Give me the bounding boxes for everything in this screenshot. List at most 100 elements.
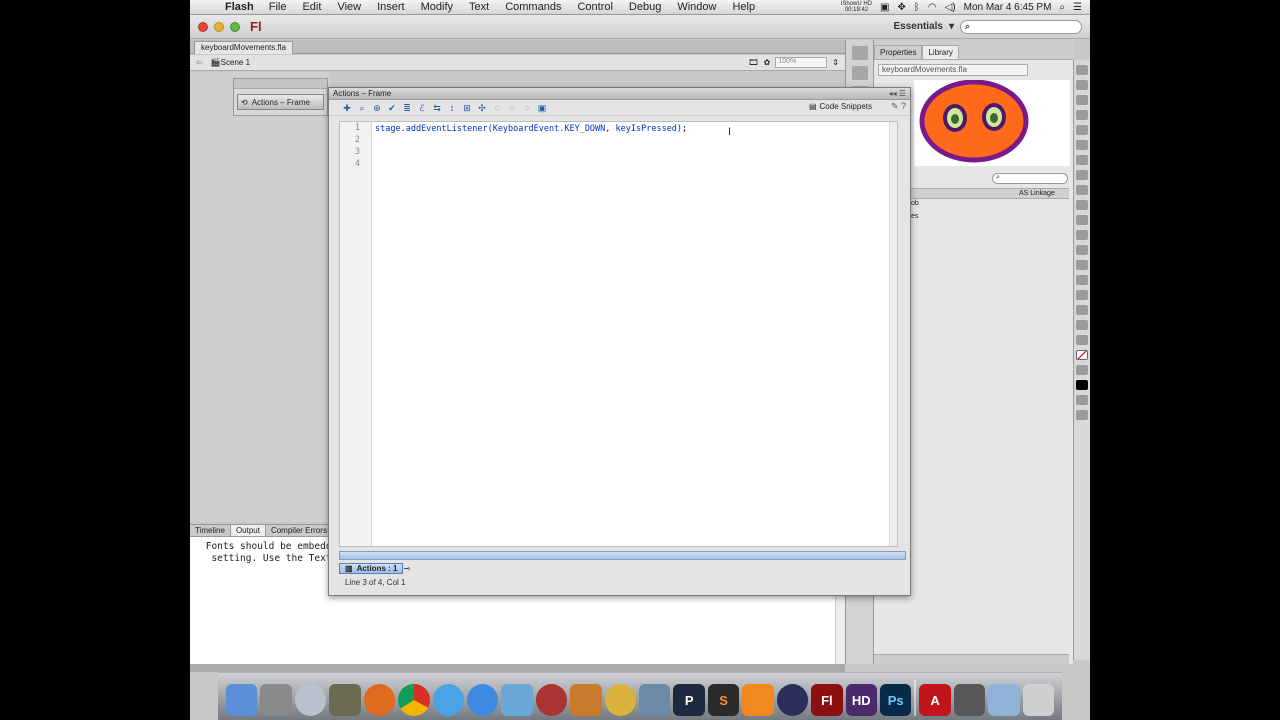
debug-options-icon[interactable]: ⇆: [431, 102, 443, 114]
line-tool-icon[interactable]: [1076, 170, 1088, 180]
fill-color-swatch[interactable]: [1076, 380, 1088, 390]
document-tab[interactable]: keyboardMovements.fla: [194, 41, 293, 54]
zoom-field[interactable]: 100%: [775, 57, 828, 68]
hand-tool-icon[interactable]: [1076, 305, 1088, 315]
ring-icon[interactable]: [604, 684, 637, 716]
deco-tool-icon[interactable]: [1076, 230, 1088, 240]
swatches-icon[interactable]: [851, 66, 868, 80]
zoom-tool-icon[interactable]: [1076, 320, 1088, 330]
garage-sale-icon[interactable]: [570, 684, 602, 716]
eraser-tool-icon[interactable]: [1076, 290, 1088, 300]
insert-target-path-icon[interactable]: ⊕: [371, 102, 383, 114]
volume-icon[interactable]: ◁): [945, 2, 956, 13]
photoshop-dock-icon[interactable]: Ps: [880, 684, 912, 716]
menu-edit[interactable]: Edit: [294, 1, 329, 13]
tab-library[interactable]: Library: [922, 45, 959, 59]
tab-output[interactable]: Output: [230, 525, 266, 536]
edit-scene-icon[interactable]: 🎞: [748, 58, 758, 67]
add-statement-icon[interactable]: ✚: [341, 102, 353, 114]
library-file-select[interactable]: keyboardMovements.fla: [878, 64, 1028, 76]
script-tab-actions-1[interactable]: ▥ Actions : 1: [339, 562, 404, 574]
mail-icon[interactable]: [501, 684, 533, 716]
brush-tool-icon[interactable]: [1076, 215, 1088, 225]
close-window-button[interactable]: [198, 21, 208, 32]
menu-view[interactable]: View: [329, 1, 369, 13]
zoom-window-button[interactable]: [230, 21, 240, 32]
script-editor[interactable]: 1 2 3 4 stage.addEventListener(KeyboardE…: [339, 121, 898, 547]
wifi-icon[interactable]: ◠: [928, 2, 937, 13]
premiere-dock-icon[interactable]: HD: [845, 684, 878, 716]
pen-tool-icon[interactable]: [1076, 140, 1088, 150]
system-preferences-icon[interactable]: [260, 684, 292, 716]
applications-folder-icon[interactable]: [988, 684, 1020, 716]
firefox-icon[interactable]: [363, 684, 396, 716]
clock[interactable]: Mon Mar 4 6:45 PM: [964, 2, 1052, 13]
spotlight-icon[interactable]: ⌕: [1059, 2, 1065, 13]
swap-colors-icon[interactable]: [1076, 395, 1088, 405]
minimize-window-button[interactable]: [214, 21, 224, 32]
menu-insert[interactable]: Insert: [369, 1, 413, 13]
pin-script-icon[interactable]: ⊸: [403, 564, 410, 573]
launchpad-icon[interactable]: [294, 684, 327, 716]
tab-properties[interactable]: Properties: [874, 45, 923, 59]
xcode-icon[interactable]: [639, 684, 671, 716]
remove-comment-icon[interactable]: ◌: [521, 102, 533, 114]
find-icon[interactable]: ⌕: [356, 102, 368, 114]
apply-line-comment-icon[interactable]: ◌: [506, 102, 518, 114]
actions-horizontal-scrollbar[interactable]: [339, 551, 906, 560]
actions-frame-panel-button[interactable]: ⟲ Actions – Frame: [237, 94, 324, 110]
status-icon[interactable]: ▣: [880, 2, 889, 13]
free-transform-tool-icon[interactable]: [1076, 95, 1088, 105]
check-syntax-icon[interactable]: ✔: [386, 102, 398, 114]
pencil-tool-icon[interactable]: [1076, 200, 1088, 210]
wand-and-help-icons[interactable]: ✎ ?: [891, 101, 906, 112]
tab-timeline[interactable]: Timeline: [190, 525, 231, 536]
acrobat-dock-icon[interactable]: A: [919, 684, 951, 716]
recorder-indicator[interactable]: iShowU HD 00:19:42: [841, 1, 872, 13]
flash-dock-icon[interactable]: Fl: [811, 684, 843, 716]
menu-file[interactable]: File: [261, 1, 295, 13]
auto-format-icon[interactable]: ≣: [401, 102, 413, 114]
lasso-tool-icon[interactable]: [1076, 125, 1088, 135]
stroke-color-swatch[interactable]: [1076, 350, 1088, 360]
menu-help[interactable]: Help: [724, 1, 763, 13]
collapse-between-braces-icon[interactable]: ⦂: [446, 102, 458, 114]
code-snippets-button[interactable]: ▤ Code Snippets: [809, 102, 872, 111]
editor-scrollbar[interactable]: [889, 122, 897, 546]
trash-icon[interactable]: [1022, 684, 1055, 716]
color-panel-icon[interactable]: [851, 46, 868, 60]
space-icon[interactable]: [776, 684, 809, 716]
menu-app-name[interactable]: Flash: [218, 1, 261, 13]
edit-symbols-icon[interactable]: ✿: [764, 58, 771, 67]
selection-tool-icon[interactable]: [1076, 65, 1088, 75]
tab-compiler-errors[interactable]: Compiler Errors: [266, 525, 333, 536]
vlc-icon[interactable]: [742, 684, 774, 716]
bone-tool-icon[interactable]: [1076, 245, 1088, 255]
fill-bucket-icon[interactable]: [1076, 365, 1088, 375]
zoom-stepper-icon[interactable]: ⇕: [832, 58, 839, 67]
snap-to-objects-icon[interactable]: [1076, 410, 1088, 420]
sublime-text-icon[interactable]: S: [707, 684, 740, 716]
pinterest-icon[interactable]: P: [673, 684, 705, 716]
code-text[interactable]: stage.addEventListener(KeyboardEvent.KEY…: [375, 123, 687, 135]
photo-theater-icon[interactable]: [535, 684, 568, 716]
menu-text[interactable]: Text: [461, 1, 497, 13]
library-search-input[interactable]: ⌕: [992, 173, 1068, 184]
chrome-icon[interactable]: [398, 684, 430, 716]
back-arrow-icon[interactable]: ⇦: [196, 58, 203, 67]
bluetooth-icon[interactable]: ᛒ: [914, 2, 920, 13]
3d-rotation-tool-icon[interactable]: [1076, 110, 1088, 120]
show-hide-toolbox-icon[interactable]: ▣: [536, 102, 548, 114]
panel-collapse-icon[interactable]: ◂◂ ☰: [889, 88, 906, 100]
expand-all-icon[interactable]: ✣: [476, 102, 488, 114]
list-icon[interactable]: ☰: [1073, 2, 1082, 13]
help-search-input[interactable]: ⌕: [960, 19, 1082, 34]
finder-icon[interactable]: [226, 684, 258, 716]
show-code-hint-icon[interactable]: ℰ: [416, 102, 428, 114]
menu-debug[interactable]: Debug: [621, 1, 669, 13]
dropbox-icon[interactable]: ✥: [897, 2, 905, 13]
paint-bucket-tool-icon[interactable]: [1076, 260, 1088, 270]
workspace-switcher[interactable]: Essentials ▾ ⌕: [893, 19, 1082, 34]
menu-control[interactable]: Control: [569, 1, 620, 13]
downloads-folder-icon[interactable]: [953, 684, 986, 716]
